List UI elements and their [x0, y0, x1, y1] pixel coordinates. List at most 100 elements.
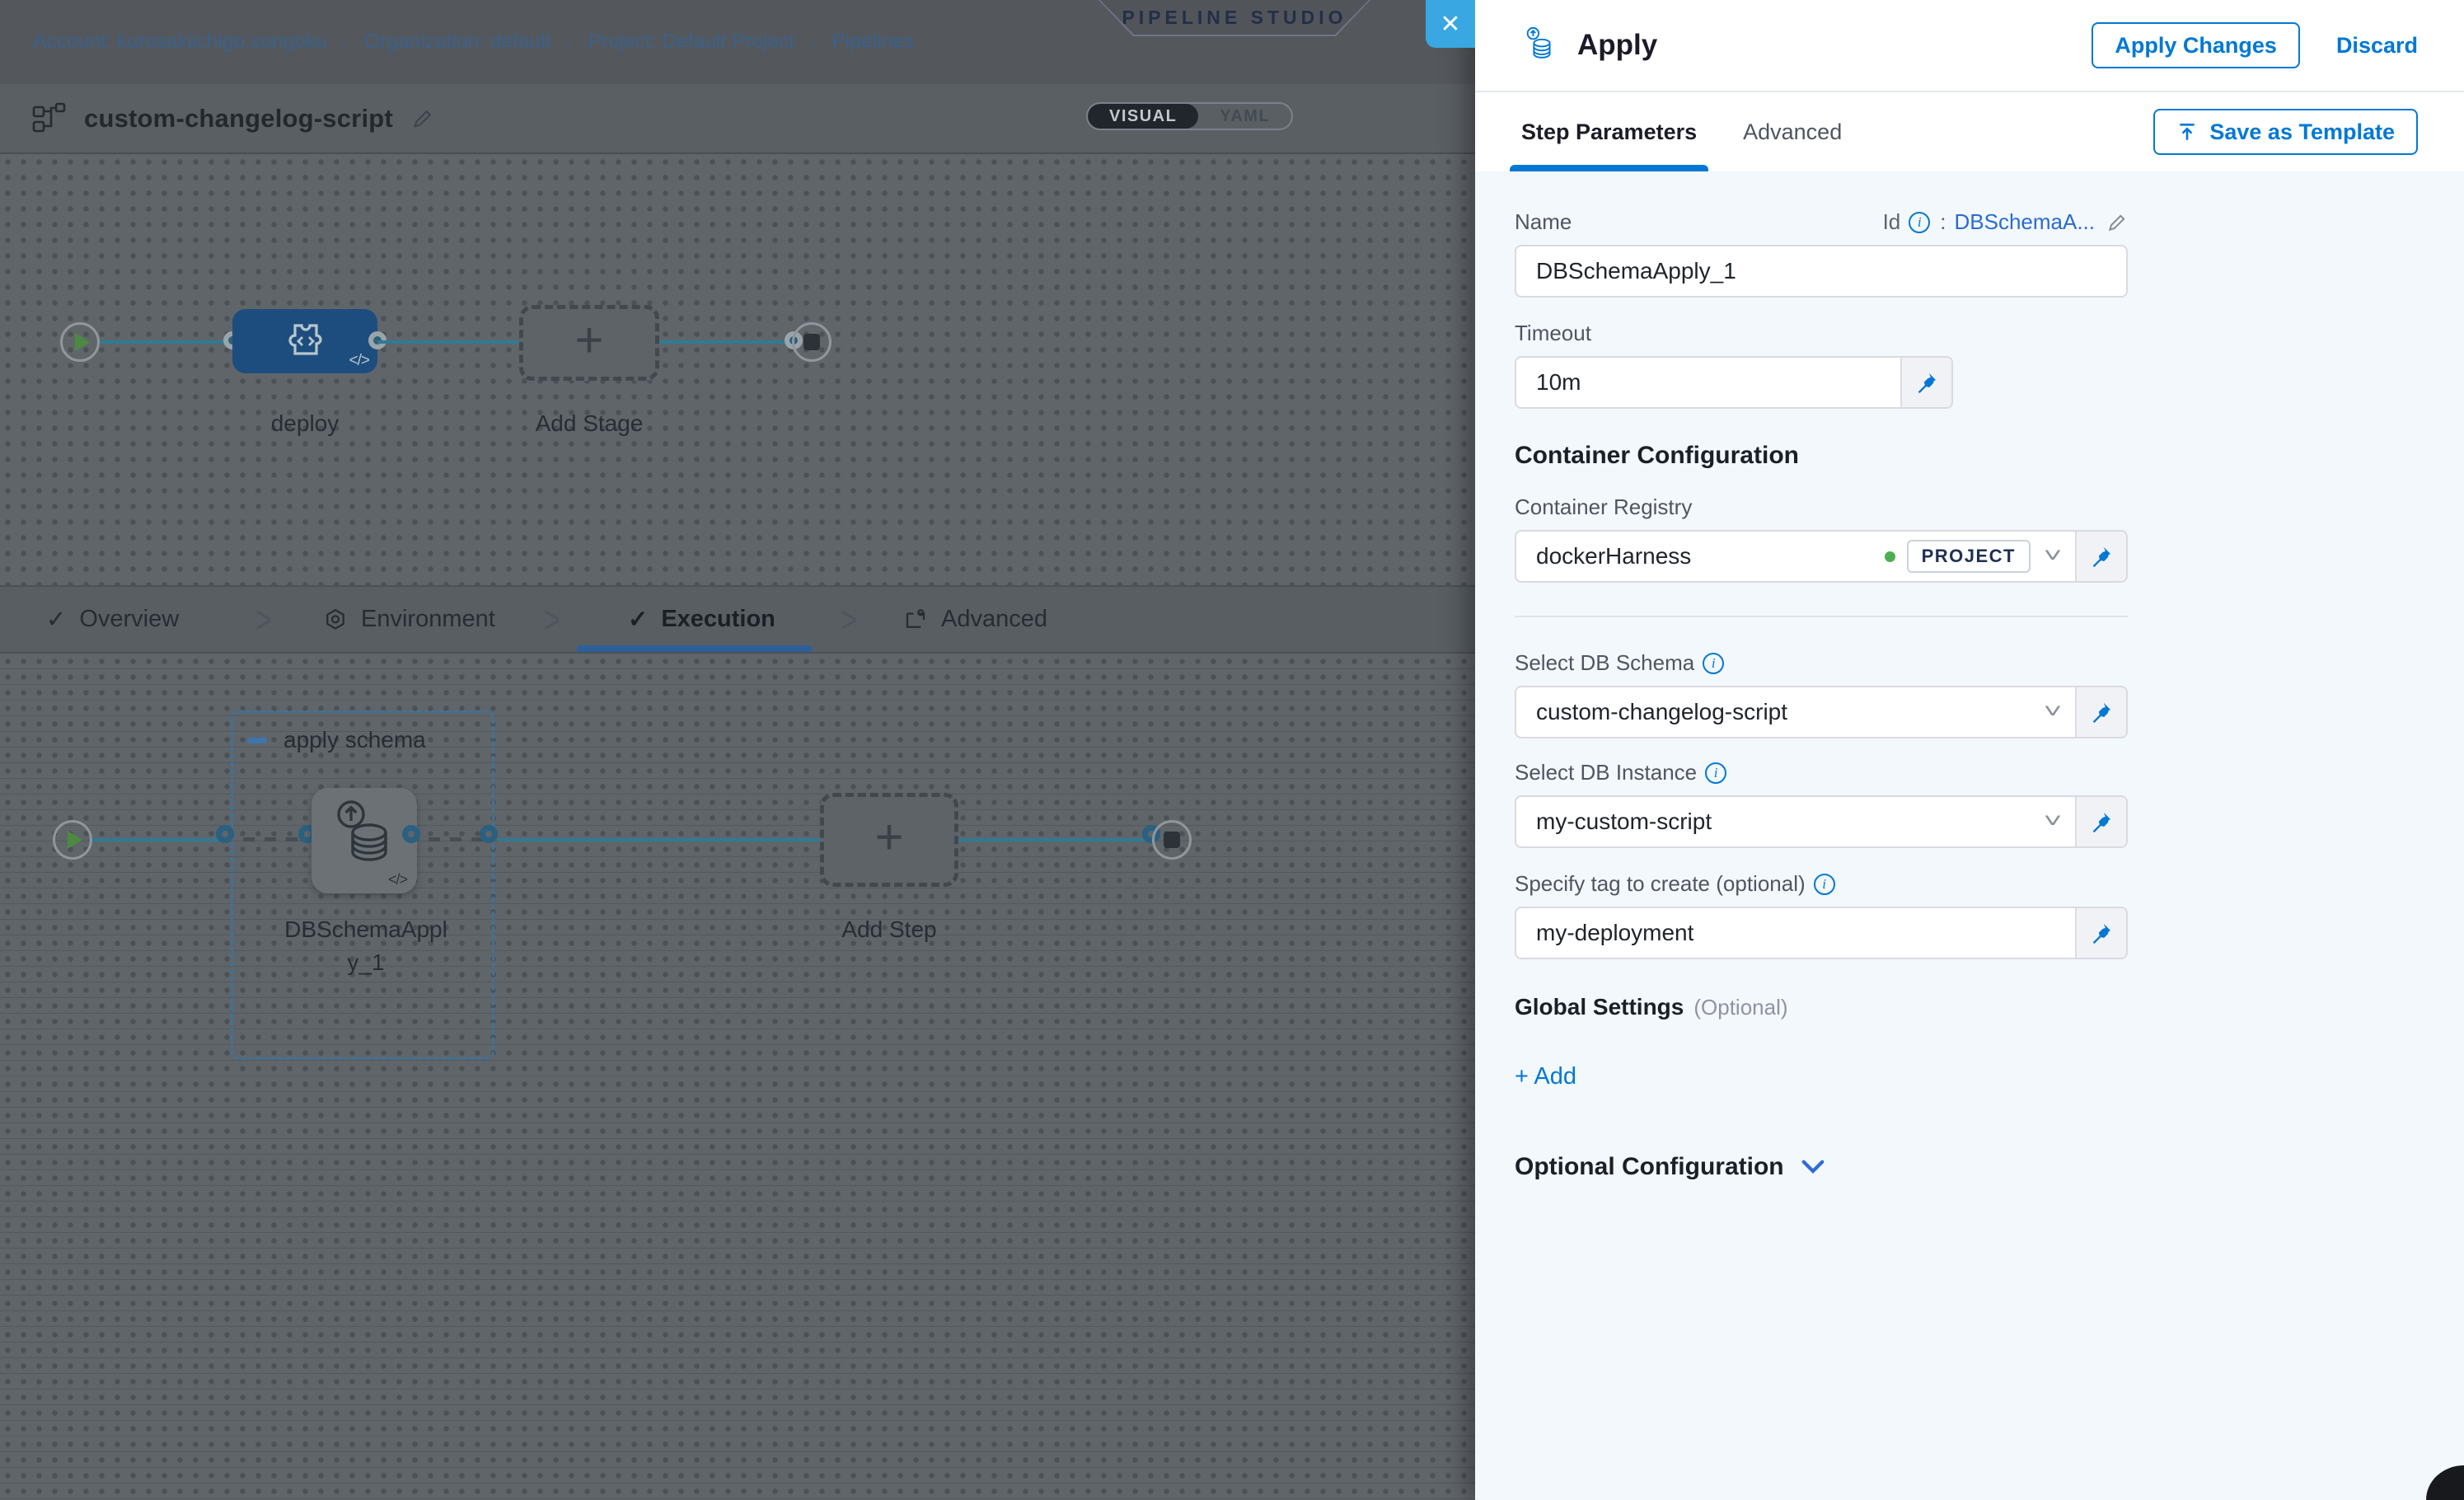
info-icon[interactable]: i [1703, 653, 1724, 674]
input-type-pin-button[interactable] [2075, 532, 2126, 581]
info-icon[interactable]: i [1705, 762, 1726, 784]
step-group-header[interactable]: apply schema [247, 727, 426, 753]
step-label-line1: DBSchemaAppl [272, 916, 460, 943]
info-icon[interactable]: i [1814, 874, 1835, 895]
canvas-dot-grid-stages[interactable] [0, 154, 1475, 585]
stop-icon [803, 334, 820, 350]
chevron-down-icon[interactable]: ˅ [2044, 810, 2062, 833]
pin-icon [2090, 545, 2113, 568]
tab-environment[interactable]: Environment [323, 587, 495, 652]
container-registry-value[interactable]: dockerHarness [1516, 532, 1885, 581]
tab-execution[interactable]: ✓ Execution [628, 587, 775, 652]
tab-execution-label: Execution [661, 606, 775, 633]
tab-step-parameters[interactable]: Step Parameters [1521, 92, 1697, 171]
breadcrumb-project-link[interactable]: Project: Default Project [588, 30, 795, 54]
hexagon-icon [323, 607, 348, 632]
tag-label: Specify tag to create (optional) i [1515, 871, 2128, 897]
breadcrumb-separator: › [809, 29, 817, 55]
breadcrumb-account-link[interactable]: Account: kurosakiichigo.songoku [33, 30, 327, 54]
tab-overview-label: Overview [79, 606, 179, 633]
toggle-yaml[interactable]: YAML [1198, 104, 1291, 129]
save-as-template-button[interactable]: Save as Template [2153, 109, 2418, 155]
db-instance-select: my-custom-script ˅ [1515, 795, 2128, 848]
apply-step-icon [1521, 26, 1561, 65]
pin-icon [2090, 921, 2113, 945]
step-out-connector [402, 825, 420, 843]
chevron-down-icon[interactable]: ˅ [2044, 701, 2062, 724]
breadcrumb-organization-link[interactable]: Organization: default [364, 30, 550, 54]
timeout-input[interactable]: 10m [1516, 358, 1900, 407]
id-label: Id [1883, 209, 1901, 235]
step-node-dbschemaapply[interactable]: </> [312, 788, 417, 893]
save-as-template-label: Save as Template [2209, 120, 2395, 145]
id-value[interactable]: DBSchemaA... [1954, 209, 2095, 235]
canvas-dot-grid-execution[interactable] [0, 654, 1475, 1500]
db-schema-select: custom-changelog-script ˅ [1515, 686, 2128, 738]
apply-changes-button[interactable]: Apply Changes [2092, 22, 2300, 68]
pin-icon [2090, 701, 2113, 724]
stage-node-deploy[interactable]: </> [232, 309, 377, 373]
check-icon: ✓ [628, 605, 648, 634]
stop-icon [1164, 832, 1180, 848]
discard-button[interactable]: Discard [2336, 33, 2418, 59]
input-type-pin-button[interactable] [2075, 797, 2126, 846]
edge-addstage-to-end [659, 340, 795, 344]
name-input[interactable] [1515, 245, 2128, 298]
add-step-button[interactable]: + [820, 793, 958, 887]
scope-badge: PROJECT [1907, 540, 2031, 573]
timeout-label: Timeout [1515, 321, 2128, 346]
collapse-group-icon[interactable] [247, 738, 267, 743]
db-instance-value[interactable]: my-custom-script [1516, 797, 2031, 846]
db-apply-step-icon [323, 793, 405, 875]
play-icon [75, 333, 90, 351]
tab-advanced-label: Advanced [941, 606, 1047, 633]
tab-advanced[interactable]: Advanced [903, 587, 1047, 652]
plus-icon: + [574, 316, 603, 365]
timeout-field: 10m [1515, 356, 1953, 409]
edge-addstep-to-end [958, 838, 1152, 841]
tab-step-advanced[interactable]: Advanced [1743, 92, 1842, 171]
tab-separator-icon: > [841, 599, 857, 643]
tab-separator-icon: > [255, 599, 272, 643]
edit-pipeline-name-icon[interactable] [411, 107, 434, 130]
edge-start-to-stage [100, 340, 232, 344]
input-type-pin-button[interactable] [1900, 358, 1951, 407]
add-stage-button[interactable]: + [519, 305, 659, 381]
close-drawer-button[interactable]: ✕ [1426, 0, 1475, 48]
advanced-panel-icon [903, 607, 928, 632]
edit-id-icon[interactable] [2106, 212, 2128, 233]
step-code-badge-icon: </> [388, 871, 407, 888]
global-settings-optional-label: (Optional) [1693, 995, 1787, 1020]
breadcrumb-separator: › [565, 29, 573, 55]
stage-code-badge-icon: </> [349, 352, 369, 370]
toggle-visual[interactable]: VISUAL [1088, 104, 1198, 129]
tag-input[interactable]: my-deployment [1516, 908, 2075, 958]
edge-start-to-group [92, 838, 231, 841]
info-icon[interactable]: i [1909, 212, 1930, 233]
pipeline-title: custom-changelog-script [84, 104, 393, 134]
play-icon [68, 831, 82, 849]
db-schema-value[interactable]: custom-changelog-script [1516, 687, 2031, 737]
add-global-setting-link[interactable]: + Add [1515, 1063, 1576, 1090]
input-type-pin-button[interactable] [2075, 687, 2126, 737]
container-registry-label: Container Registry [1515, 495, 2128, 520]
pipeline-studio-badge: PIPELINE STUDIO [1098, 0, 1370, 36]
chevron-down-icon[interactable]: ˅ [2044, 545, 2062, 568]
breadcrumb-pipelines-link[interactable]: Pipelines [831, 30, 913, 54]
optional-configuration-toggle[interactable]: Optional Configuration [1515, 1153, 2128, 1181]
db-instance-label: Select DB Instance i [1515, 760, 2128, 785]
input-type-pin-button[interactable] [2075, 908, 2126, 958]
tab-environment-label: Environment [361, 606, 495, 633]
chevron-down-icon [1801, 1158, 1825, 1176]
pipeline-start-node [60, 322, 100, 362]
group-out-connector [480, 825, 498, 843]
tab-overview[interactable]: ✓ Overview [46, 587, 179, 652]
container-configuration-heading: Container Configuration [1515, 442, 2128, 470]
step-parameters-form: Name Id i : DBSchemaA... Timeout 10m [1475, 171, 2464, 1500]
execution-start-node [53, 820, 92, 860]
pipeline-studio-badge-label: PIPELINE STUDIO [1098, 0, 1370, 35]
optional-configuration-label: Optional Configuration [1515, 1153, 1784, 1181]
step-label-line2: y_1 [272, 949, 460, 976]
connector-status-dot [1885, 551, 1895, 562]
step-config-drawer: Apply Apply Changes Discard Step Paramet… [1475, 0, 2464, 1500]
